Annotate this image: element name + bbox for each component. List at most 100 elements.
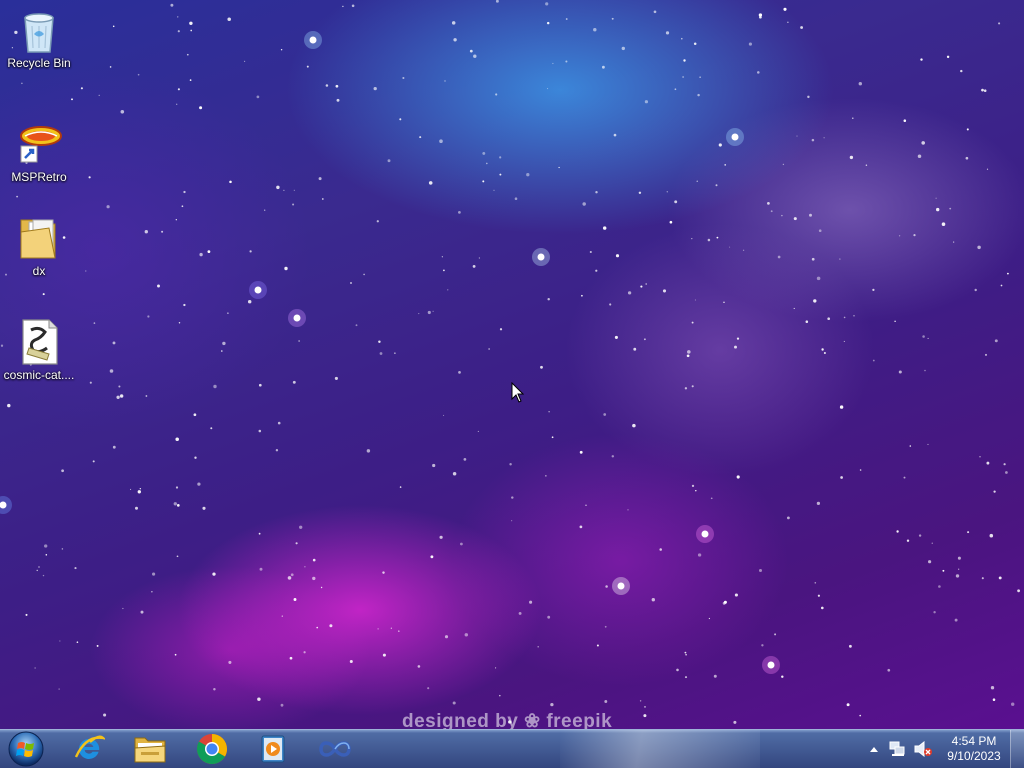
star <box>312 558 316 562</box>
star <box>693 42 697 46</box>
star <box>89 381 92 384</box>
star <box>387 159 391 163</box>
star <box>843 316 846 319</box>
star <box>552 62 554 65</box>
star <box>955 574 960 578</box>
star <box>499 328 503 331</box>
start-button[interactable] <box>4 730 48 768</box>
star <box>398 630 400 632</box>
star <box>145 395 148 397</box>
star <box>887 668 891 672</box>
taskbar-media-player[interactable] <box>244 731 302 767</box>
taskbar-internet-explorer[interactable] <box>60 731 118 767</box>
star <box>199 252 203 257</box>
cosmic-cat-file-desktop-icon[interactable]: cosmic-cat.... <box>1 318 77 382</box>
star <box>303 651 306 654</box>
star <box>511 520 513 522</box>
star <box>432 310 434 312</box>
star <box>669 220 673 224</box>
star <box>843 340 845 342</box>
mspretro-desktop-icon[interactable]: MSPRetro <box>1 120 77 184</box>
star <box>565 60 568 63</box>
star <box>966 128 969 131</box>
taskbar-infinity-app[interactable] <box>306 731 364 767</box>
star <box>21 82 23 85</box>
star <box>814 582 817 584</box>
star <box>774 633 777 636</box>
star <box>493 189 495 191</box>
star <box>355 324 358 327</box>
media-player-icon <box>261 735 285 763</box>
star <box>452 472 457 476</box>
clock-date: 9/10/2023 <box>947 749 1001 763</box>
star <box>213 687 216 691</box>
star <box>742 249 745 251</box>
star <box>174 653 177 656</box>
star <box>640 285 643 288</box>
star <box>865 164 868 167</box>
star <box>872 359 875 362</box>
star <box>852 117 854 119</box>
system-clock[interactable]: 4:54 PM 9/10/2023 <box>940 734 1008 764</box>
star <box>112 445 116 449</box>
taskbar-file-explorer[interactable] <box>121 731 179 767</box>
star <box>707 238 711 242</box>
star <box>909 445 912 447</box>
star <box>210 427 213 430</box>
star <box>691 484 695 488</box>
star <box>292 203 295 206</box>
star <box>312 576 316 581</box>
star <box>757 71 760 74</box>
star <box>813 299 817 303</box>
star <box>734 345 737 349</box>
star <box>511 496 514 499</box>
star <box>473 54 477 58</box>
star <box>42 574 45 577</box>
star <box>809 213 812 217</box>
star <box>482 151 486 155</box>
star <box>419 136 422 139</box>
star <box>292 380 296 384</box>
star <box>946 55 950 59</box>
star <box>36 569 38 572</box>
show-desktop-button[interactable] <box>1010 730 1024 768</box>
star <box>823 351 826 355</box>
star <box>458 371 461 374</box>
star <box>264 209 266 211</box>
glow-star <box>701 530 709 538</box>
star <box>816 501 821 506</box>
star <box>695 489 697 492</box>
network-tray-button[interactable] <box>889 740 907 758</box>
star <box>514 197 518 200</box>
windows-start-icon <box>8 731 44 767</box>
star <box>342 5 344 8</box>
star <box>130 488 132 490</box>
recycle-bin-desktop-icon[interactable]: Recycle Bin <box>1 6 77 70</box>
star <box>614 335 618 339</box>
glow-star <box>293 314 301 322</box>
star <box>227 312 229 314</box>
star <box>137 73 140 76</box>
star <box>994 339 998 343</box>
star <box>447 289 449 291</box>
star <box>817 594 820 597</box>
dx-folder-desktop-icon[interactable]: dx <box>1 214 77 278</box>
star <box>394 352 396 354</box>
star <box>402 76 405 80</box>
star <box>941 222 946 226</box>
star <box>981 88 984 92</box>
desktop[interactable]: Recycle Bin MSPRetro dx cosmic-cat.... d… <box>0 0 1024 729</box>
taskbar-google-chrome[interactable] <box>183 731 241 767</box>
star <box>213 384 217 389</box>
volume-tray-button[interactable] <box>913 740 933 758</box>
star <box>193 413 197 417</box>
star <box>805 320 809 323</box>
star <box>548 411 550 413</box>
star <box>509 462 512 466</box>
star <box>589 250 592 254</box>
star <box>486 162 488 165</box>
star <box>183 190 186 194</box>
show-hidden-icons-button[interactable] <box>868 740 880 758</box>
star <box>34 667 36 669</box>
star <box>334 376 338 380</box>
